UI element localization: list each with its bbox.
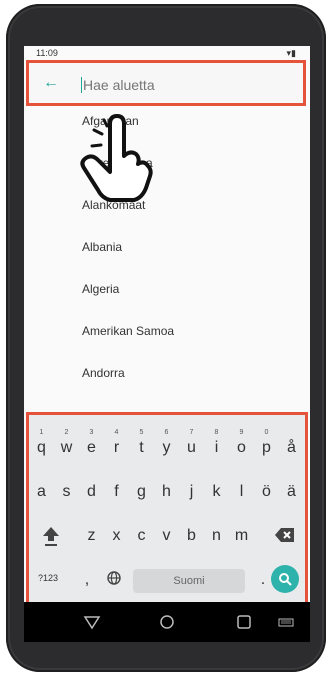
comma-key[interactable]: , [77,571,97,589]
key-k[interactable]: k [204,483,229,501]
screen: 11:09 ▾▮ ← Afganistan Ahvenanmaa Alankom… [24,46,310,642]
status-bar: 11:09 ▾▮ [24,46,310,60]
keyboard-row-2: a s d f g h j k l ö ä [29,473,305,515]
space-bar[interactable]: Suomi [133,569,245,593]
key-aring[interactable]: å [279,439,304,457]
home-circle-icon[interactable] [157,612,177,632]
key-s[interactable]: s [54,483,79,501]
key-d[interactable]: d [79,483,104,501]
key-w[interactable]: 2w [54,429,79,457]
status-time: 11:09 [36,48,58,58]
key-p[interactable]: 0p [254,429,279,457]
list-item[interactable]: Andorra [82,366,125,380]
backspace-icon[interactable] [269,527,301,548]
signal-icon: ▾▮ [286,48,296,58]
key-g[interactable]: g [129,483,154,501]
key-l[interactable]: l [229,483,254,501]
navigation-bar [24,602,310,642]
hand-pointer-icon [80,114,153,202]
list-item[interactable]: Algeria [82,282,119,296]
key-q[interactable]: 1q [29,429,54,457]
key-i[interactable]: 8i [204,429,229,457]
recents-square-icon[interactable] [234,612,254,632]
key-u[interactable]: 7u [179,429,204,457]
key-b[interactable]: b [179,527,204,545]
search-icon [279,573,292,586]
list-item[interactable]: Albania [82,240,122,254]
key-f[interactable]: f [104,483,129,501]
key-e[interactable]: 3e [79,429,104,457]
key-a-umlaut[interactable]: ä [279,483,304,501]
key-n[interactable]: n [204,527,229,545]
shift-icon[interactable] [35,525,67,552]
period-key[interactable]: . [255,571,271,589]
country-list: Afganistan Ahvenanmaa Alankomaat Albania… [24,106,310,410]
key-c[interactable]: c [129,527,154,545]
search-go-button[interactable] [271,565,299,593]
keyboard-row-3: z x c v b n m [29,517,305,559]
back-triangle-icon[interactable] [82,612,102,632]
search-input[interactable] [81,76,285,94]
key-v[interactable]: v [154,527,179,545]
symbols-key[interactable]: ?123 [33,573,63,583]
keyboard-icon[interactable] [276,612,296,632]
list-item[interactable]: Amerikan Samoa [82,324,174,338]
search-bar: ← [26,60,306,106]
key-y[interactable]: 6y [154,429,179,457]
key-x[interactable]: x [104,527,129,545]
key-o[interactable]: 9o [229,429,254,457]
key-j[interactable]: j [179,483,204,501]
keyboard-row-1: 1q 2w 3e 4r 5t 6y 7u 8i 9o 0p å [29,429,305,471]
key-o-umlaut[interactable]: ö [254,483,279,501]
globe-icon[interactable] [103,571,125,590]
keyboard-row-4: ?123 , Suomi . [29,561,305,603]
arrow-left-icon[interactable]: ← [43,74,59,92]
key-a[interactable]: a [29,483,54,501]
key-r[interactable]: 4r [104,429,129,457]
key-m[interactable]: m [229,527,254,545]
key-h[interactable]: h [154,483,179,501]
key-z[interactable]: z [79,527,104,545]
key-t[interactable]: 5t [129,429,154,457]
